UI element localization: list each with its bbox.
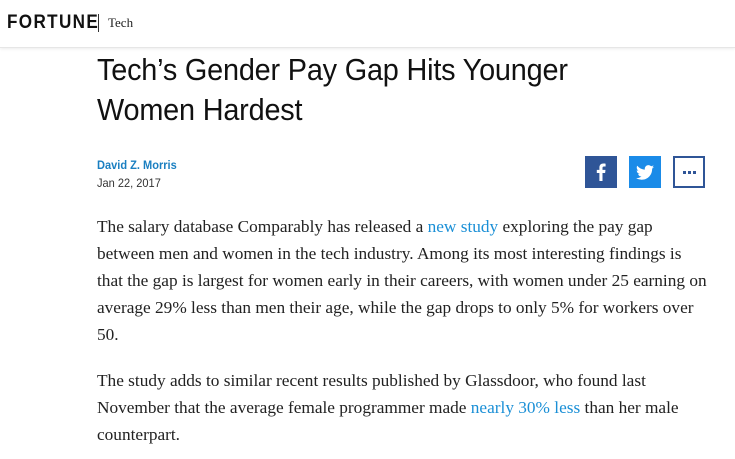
- twitter-share-button[interactable]: [629, 156, 661, 188]
- facebook-share-button[interactable]: [585, 156, 617, 188]
- new-study-link[interactable]: new study: [428, 217, 499, 236]
- more-options-icon: [682, 170, 696, 174]
- header-divider: [98, 14, 99, 32]
- nearly-30-percent-less-link[interactable]: nearly 30% less: [471, 398, 580, 417]
- author-link[interactable]: David Z. Morris: [97, 157, 177, 173]
- article-paragraph-2: The study adds to similar recent results…: [97, 367, 707, 448]
- article-paragraph-1: The salary database Comparably has relea…: [97, 213, 707, 348]
- paragraph-1-text-after: exploring the pay gap between men and wo…: [97, 217, 707, 344]
- top-navigation-bar: FORTUNE Tech: [0, 0, 735, 48]
- facebook-icon: [596, 163, 606, 181]
- article-headline: Tech’s Gender Pay Gap Hits Younger Women…: [97, 52, 568, 127]
- more-share-button[interactable]: [673, 156, 705, 188]
- section-link-tech[interactable]: Tech: [108, 15, 133, 31]
- paragraph-1-text-before: The salary database Comparably has relea…: [97, 217, 428, 236]
- twitter-icon: [636, 164, 654, 180]
- publish-date: Jan 22, 2017: [97, 176, 161, 190]
- fortune-logo[interactable]: FORTUNE: [7, 12, 99, 34]
